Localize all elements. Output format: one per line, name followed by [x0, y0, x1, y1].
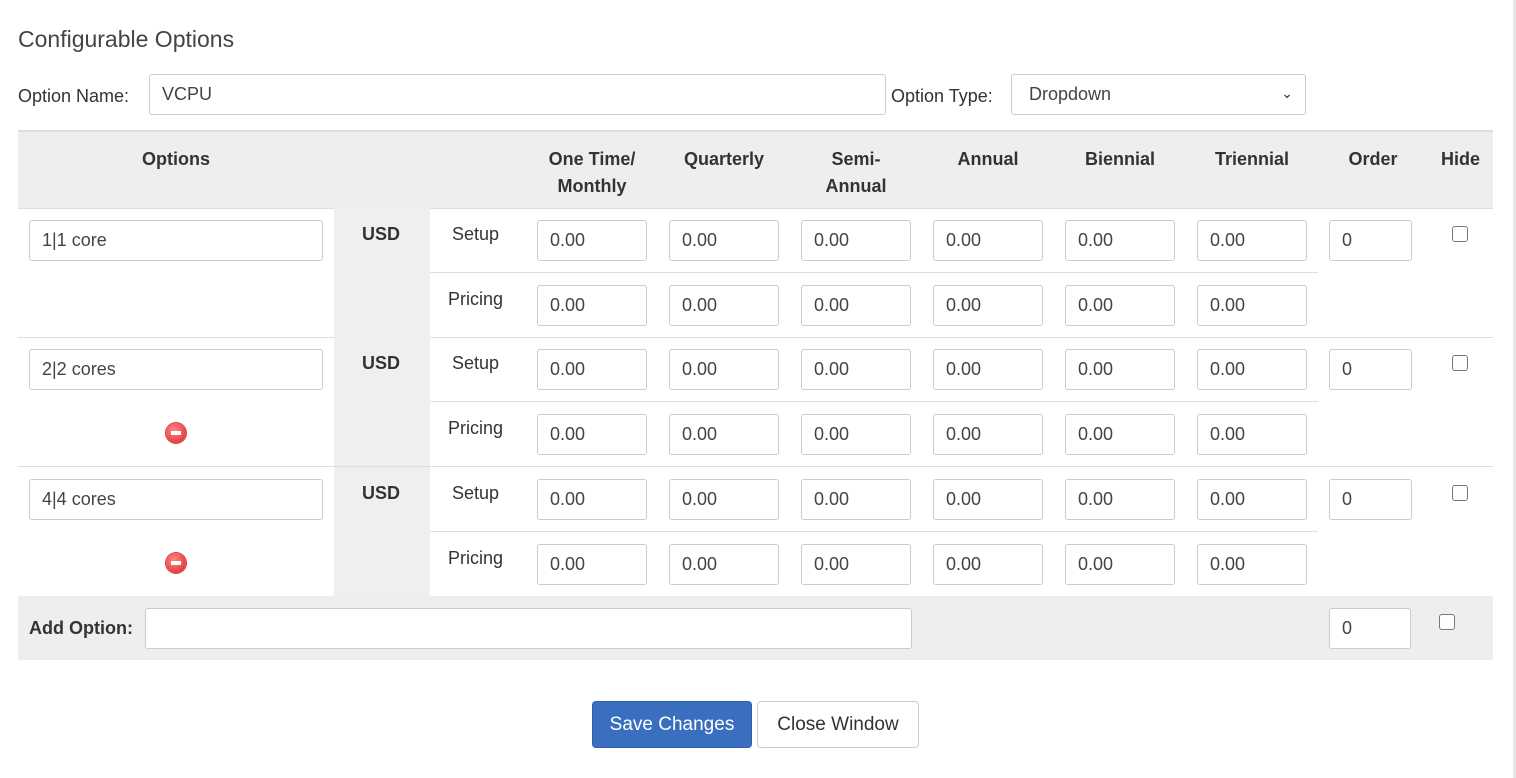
setup-price-input[interactable]: 0.00 — [537, 220, 647, 261]
pricing-price-input[interactable]: 0.00 — [1197, 285, 1307, 326]
setup-price-input[interactable]: 0.00 — [933, 220, 1043, 261]
subrow-divider — [430, 401, 1318, 403]
setup-price-input[interactable]: 0.00 — [801, 478, 911, 520]
hide-checkbox[interactable] — [1452, 226, 1468, 242]
pricing-price-input[interactable]: 0.00 — [933, 285, 1043, 326]
order-input[interactable]: 0 — [1329, 220, 1412, 261]
setup-price-input[interactable]: 0.00 — [1065, 349, 1175, 391]
pricing-price-input[interactable]: 0.00 — [537, 285, 647, 326]
subrow-divider — [430, 272, 1318, 273]
header-hide: Hide — [1440, 149, 1480, 169]
pricing-price-input[interactable]: 0.00 — [801, 414, 911, 456]
pricing-price-input[interactable]: 0.00 — [1065, 543, 1175, 585]
option-type-value: Dropdown — [1029, 84, 1112, 104]
currency-label: USD — [362, 353, 401, 374]
pricing-price-input[interactable]: 0.00 — [1065, 285, 1175, 326]
close-window-button[interactable]: Close Window — [757, 701, 919, 748]
pricing-price-input[interactable]: 0.00 — [669, 414, 779, 456]
option-type-select[interactable]: Dropdown ⌄ — [1011, 74, 1306, 115]
setup-price-input[interactable]: 0.00 — [1197, 220, 1307, 261]
order-input[interactable]: 0 — [1329, 349, 1412, 391]
header-order: Order — [1348, 149, 1398, 169]
option-name-label: Option Name: — [18, 86, 130, 106]
setup-price-input[interactable]: 0.00 — [1197, 478, 1307, 520]
setup-price-input[interactable]: 0.00 — [537, 349, 647, 391]
pricing-price-input[interactable]: 0.00 — [1197, 543, 1307, 585]
option-name-field[interactable]: 2|2 cores — [29, 349, 323, 391]
setup-label: Setup — [452, 353, 500, 374]
delete-icon[interactable] — [166, 552, 186, 573]
setup-label: Setup — [452, 482, 500, 503]
table-row: 1|1 core USD Setup Pricing 0.00 0.00 0.00… — [0, 208, 1516, 338]
setup-price-input[interactable]: 0.00 — [669, 220, 779, 261]
chevron-down-icon: ⌄ — [1281, 85, 1293, 101]
pricing-price-input[interactable]: 0.00 — [537, 543, 647, 585]
header-triennial: Triennial — [1214, 149, 1290, 169]
setup-price-input[interactable]: 0.00 — [669, 349, 779, 391]
currency-label: USD — [362, 482, 401, 503]
pricing-price-input[interactable]: 0.00 — [1065, 414, 1175, 456]
setup-price-input[interactable]: 0.00 — [801, 220, 911, 261]
subrow-divider — [430, 530, 1318, 532]
pricing-label: Pricing — [448, 547, 504, 568]
pricing-price-input[interactable]: 0.00 — [1197, 414, 1307, 456]
setup-price-input[interactable]: 0.00 — [801, 349, 911, 391]
hide-checkbox[interactable] — [1452, 484, 1468, 501]
add-option-order-input[interactable]: 0 — [1329, 608, 1411, 649]
setup-price-input[interactable]: 0.00 — [537, 478, 647, 520]
pricing-price-input[interactable]: 0.00 — [933, 543, 1043, 585]
table-header: Options One Time/ Monthly Quarterly Semi… — [18, 130, 1493, 209]
add-option-row: Add Option: 0 — [18, 596, 1493, 660]
pricing-label: Pricing — [448, 418, 504, 439]
pricing-price-input[interactable]: 0.00 — [801, 285, 911, 326]
pricing-price-input[interactable]: 0.00 — [669, 285, 779, 326]
header-biennial: Biennial — [1084, 149, 1155, 169]
option-name-field[interactable]: 4|4 cores — [29, 478, 323, 520]
save-changes-button[interactable]: Save Changes — [592, 701, 752, 748]
table-row: 4|4 cores USD Setup Pricing 0.00 0.00 0.0… — [0, 466, 1516, 597]
setup-label: Setup — [452, 224, 500, 244]
pricing-price-input[interactable]: 0.00 — [933, 414, 1043, 456]
setup-price-input[interactable]: 0.00 — [1197, 349, 1307, 391]
option-name-field[interactable]: 1|1 core — [29, 220, 323, 261]
currency-label: USD — [362, 224, 401, 244]
table-row: 2|2 cores USD Setup Pricing 0.00 0.00 0.0… — [0, 337, 1516, 468]
header-options: Options — [142, 149, 210, 169]
setup-price-input[interactable]: 0.00 — [933, 349, 1043, 391]
delete-icon[interactable] — [166, 423, 186, 444]
add-option-hide-checkbox[interactable] — [1439, 614, 1455, 630]
setup-price-input[interactable]: 0.00 — [669, 478, 779, 520]
option-name-input[interactable]: VCPU — [149, 74, 886, 115]
order-input[interactable]: 0 — [1329, 478, 1412, 520]
header-semi-annual: Semi- Annual — [825, 149, 887, 196]
setup-price-input[interactable]: 0.00 — [1065, 220, 1175, 261]
hide-checkbox[interactable] — [1452, 355, 1468, 372]
page-title: Configurable Options — [18, 26, 235, 52]
header-quarterly: Quarterly — [683, 149, 765, 169]
add-option-label: Add Option: — [29, 618, 133, 638]
pricing-price-input[interactable]: 0.00 — [669, 543, 779, 585]
header-annual: Annual — [957, 149, 1019, 169]
header-one-time: One Time/ Monthly — [548, 149, 636, 196]
add-option-input[interactable] — [145, 608, 912, 649]
setup-price-input[interactable]: 0.00 — [933, 478, 1043, 520]
setup-price-input[interactable]: 0.00 — [1065, 478, 1175, 520]
pricing-price-input[interactable]: 0.00 — [801, 543, 911, 585]
pricing-price-input[interactable]: 0.00 — [537, 414, 647, 456]
option-type-label: Option Type: — [891, 86, 993, 106]
pricing-label: Pricing — [448, 289, 504, 309]
